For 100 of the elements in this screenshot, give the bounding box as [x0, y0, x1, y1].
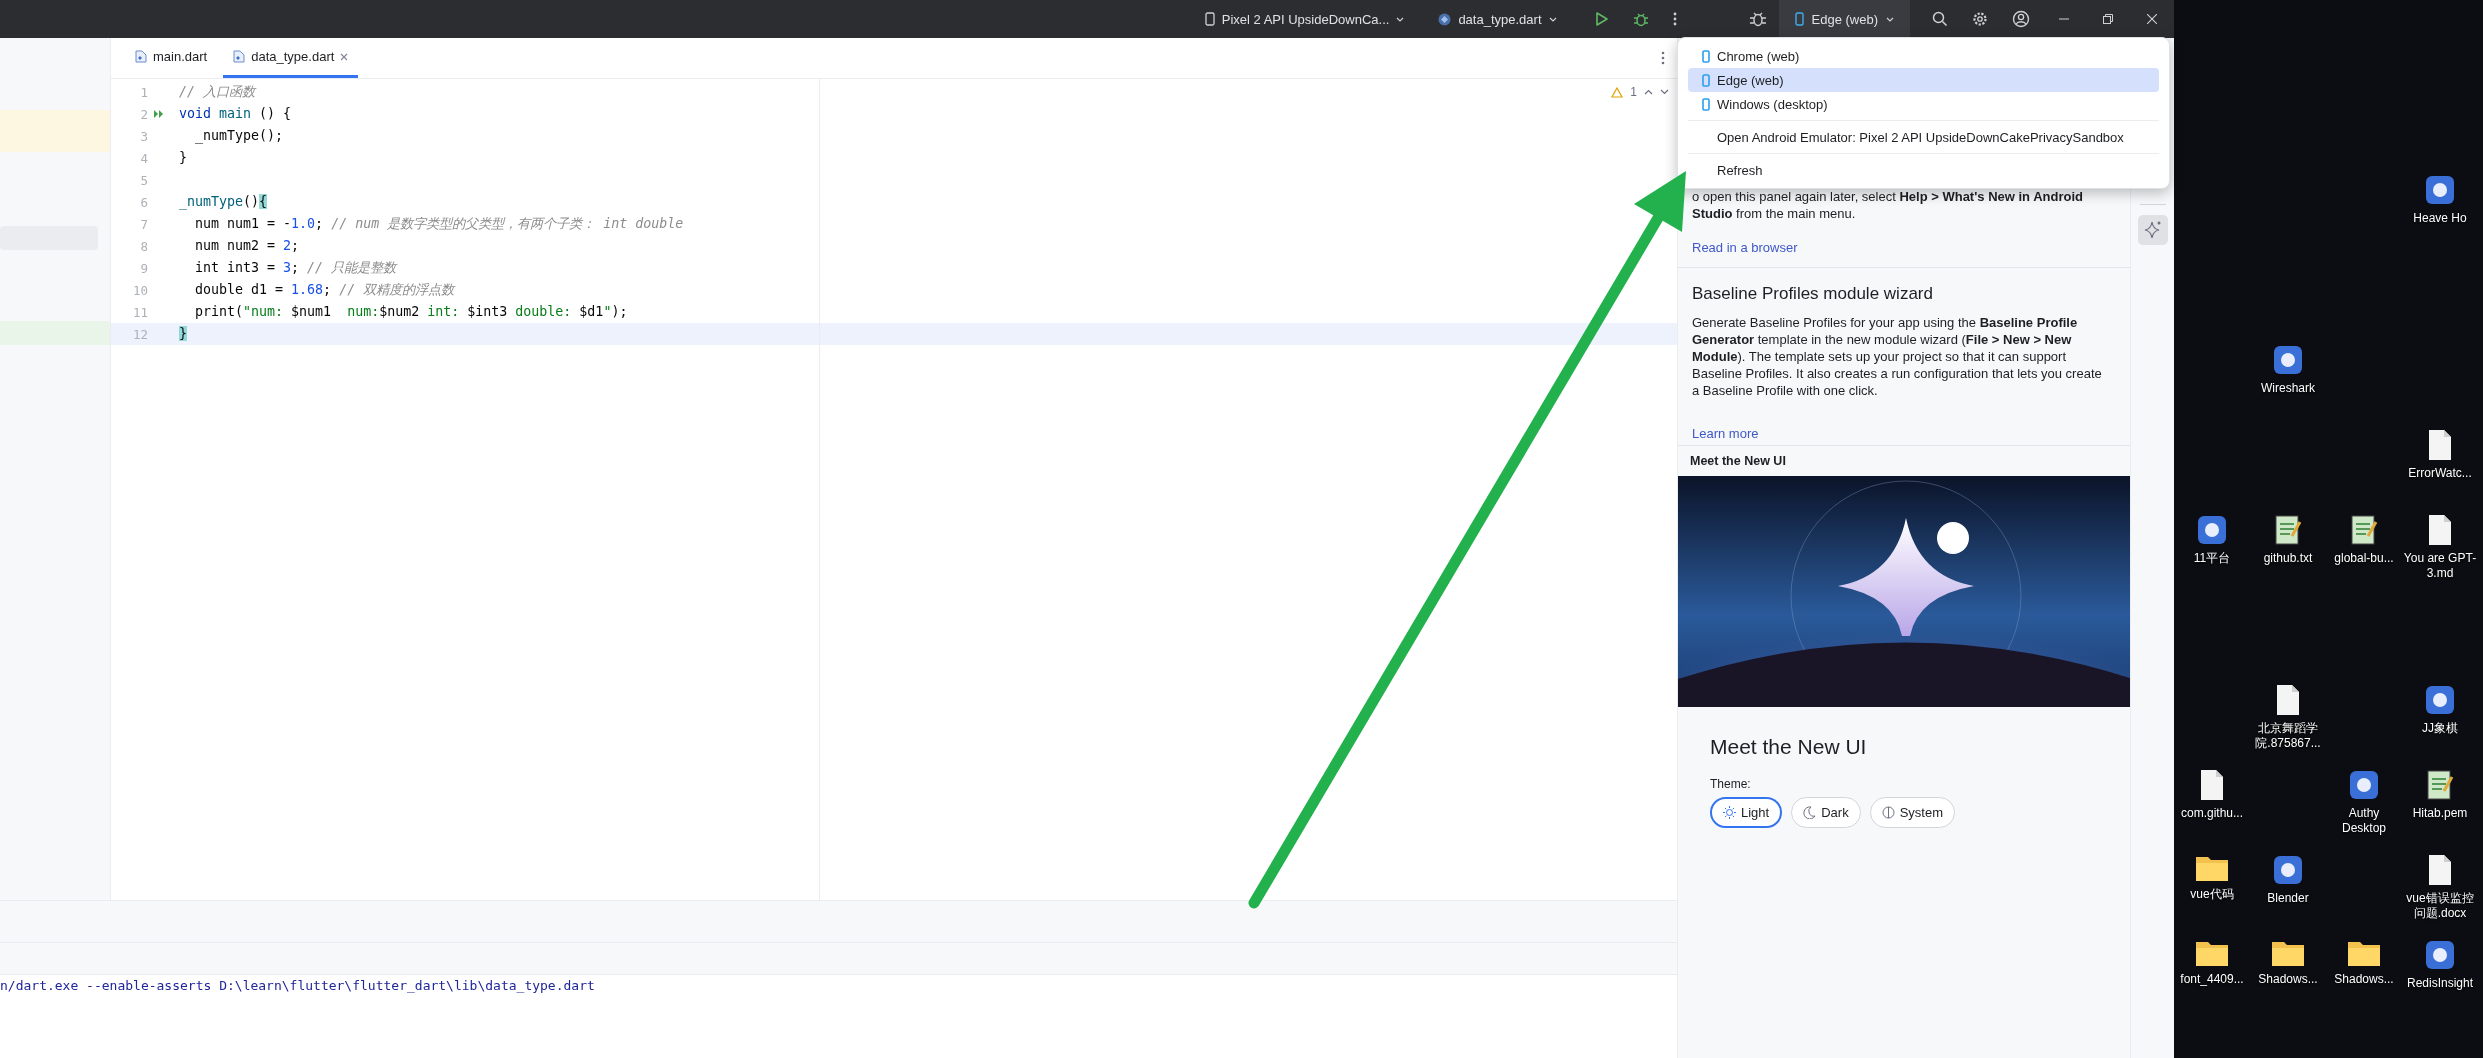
- moon-icon: [1803, 806, 1817, 819]
- line-number: 12: [131, 326, 148, 342]
- section-text: Generate Baseline Profiles for your app using the Baseline Profile Generator template in the new module wizard (File > New > New Module). The template sets up your project so that it can support Baseline Profiles. It also creates a run configuration that lets you create a Baseline Profile with one click.: [1692, 314, 2103, 399]
- folder-icon[interactable]: [2271, 939, 2305, 967]
- app-icon[interactable]: [2424, 174, 2456, 206]
- theme-button[interactable]: Light: [1710, 797, 1783, 828]
- desktop-icon-label: font_4409...: [2179, 972, 2245, 987]
- code-line: void main () {: [178, 105, 292, 123]
- theme-button[interactable]: Dark: [1791, 797, 1861, 828]
- menu-item[interactable]: Refresh: [1688, 158, 2159, 182]
- sparkle-icon[interactable]: [2137, 215, 2168, 245]
- theme-button[interactable]: System: [1869, 797, 1955, 828]
- settings-icon[interactable]: [1972, 11, 1988, 27]
- caret-icon: [1548, 16, 1557, 22]
- desktop-icon-label: 北京舞蹈学院.875867...: [2254, 721, 2322, 751]
- desktop-icon-label: JJ象棋: [2421, 721, 2459, 736]
- app-icon[interactable]: [2424, 684, 2456, 716]
- code-line: // 入口函数: [178, 83, 256, 101]
- desktop-icon-label: Blender: [2266, 891, 2310, 906]
- warning-count[interactable]: 1: [1630, 85, 1637, 99]
- more-icon[interactable]: [1672, 11, 1677, 27]
- code-line: }: [178, 149, 187, 167]
- desktop-icon-label: Wireshark: [2260, 381, 2316, 396]
- line-number: 1: [139, 84, 148, 100]
- desktop-icon-label: global-bu...: [2333, 551, 2395, 566]
- text-file-icon[interactable]: [2274, 514, 2302, 546]
- file-icon[interactable]: [2427, 429, 2453, 461]
- run-icon[interactable]: [1594, 11, 1609, 27]
- desktop-icon-label: You are GPT-3.md: [2402, 551, 2478, 581]
- dart-file-icon: [135, 50, 147, 63]
- desktop-icon-label: github.txt: [2262, 551, 2314, 566]
- file-icon[interactable]: [2275, 684, 2301, 716]
- menu-item[interactable]: Windows (desktop): [1688, 92, 2159, 116]
- app-icon[interactable]: [2348, 769, 2380, 801]
- dart-icon: [1438, 12, 1452, 26]
- code-line: _numType(){: [178, 193, 268, 212]
- line-number: 3: [139, 128, 148, 144]
- file-icon[interactable]: [2427, 854, 2453, 886]
- menu-item[interactable]: Open Android Emulator: Pixel 2 API UpsideDownCakePrivacySandbox: [1688, 125, 2159, 149]
- phone-icon: [1702, 49, 1710, 63]
- restore-icon[interactable]: [2103, 14, 2113, 24]
- desktop-icon-label: 11平台: [2192, 551, 2232, 566]
- code-line: _numType();: [194, 127, 284, 146]
- code-line: num num2 = 2;: [194, 237, 300, 255]
- line-number: 4: [139, 150, 148, 166]
- desktop-icon-label: Authy Desktop: [2341, 806, 2387, 836]
- file-icon[interactable]: [2427, 514, 2453, 546]
- app-icon[interactable]: [2272, 854, 2304, 886]
- code-line: int int3 = 3; // 只能是整数: [194, 259, 397, 277]
- section-title: Baseline Profiles module wizard: [1692, 284, 1934, 304]
- desktop-icon-label: Shadows...: [2333, 972, 2395, 987]
- search-icon[interactable]: [1932, 11, 1948, 27]
- line-number: 8: [139, 238, 148, 254]
- desktop-icon-label: vue代码: [2189, 887, 2235, 902]
- app-icon[interactable]: [2272, 344, 2304, 376]
- text-file-icon[interactable]: [2350, 514, 2378, 546]
- phone-icon: [1702, 97, 1710, 111]
- line-number: 6: [139, 194, 148, 210]
- bug-icon[interactable]: [1748, 10, 1767, 28]
- folder-icon[interactable]: [2195, 854, 2229, 882]
- console-output: n/dart.exe --enable-asserts D:\learn\flutter\flutter_dart\lib\data_type.dart: [0, 978, 595, 993]
- close-icon[interactable]: [340, 52, 349, 61]
- desktop-icon-label: com.githu...: [2180, 806, 2244, 821]
- menu-item[interactable]: Edge (web): [1688, 68, 2159, 92]
- more-icon[interactable]: [1661, 51, 1665, 65]
- line-number: 10: [131, 282, 148, 298]
- half-circle-icon: [1881, 806, 1895, 819]
- debug-icon[interactable]: [1632, 11, 1649, 27]
- feature-title: Meet the New UI: [1710, 735, 1868, 759]
- device-config-dropdown[interactable]: Pixel 2 API UpsideDownCa...: [1196, 7, 1413, 31]
- run-gutter-icon[interactable]: [153, 109, 164, 119]
- account-icon[interactable]: [2012, 10, 2030, 28]
- intro-text: o open this panel again later, select Help > What's New in Android Studio from the main menu.: [1692, 188, 2084, 222]
- desktop-icon-label: Heave Ho: [2412, 211, 2468, 226]
- text-file-icon[interactable]: [2426, 769, 2454, 801]
- desktop-icon-label: ErrorWatc...: [2407, 466, 2473, 481]
- editor-tab[interactable]: data_type.dart: [223, 38, 359, 78]
- app-icon[interactable]: [2424, 939, 2456, 971]
- code-line: double d1 = 1.68; // 双精度的浮点数: [194, 281, 455, 299]
- line-number: 5: [139, 172, 148, 188]
- close-icon[interactable]: [2147, 14, 2157, 24]
- theme-label: Theme:: [1710, 777, 1752, 791]
- read-in-browser-link[interactable]: Read in a browser: [1692, 240, 2114, 255]
- phone-icon: [1702, 73, 1710, 87]
- phone-icon: [1204, 12, 1215, 26]
- run-config-dropdown[interactable]: data_type.dart: [1430, 7, 1565, 31]
- menu-item[interactable]: Chrome (web): [1688, 44, 2159, 68]
- phone-icon: [1794, 12, 1804, 26]
- feature-header: Meet the New UI: [1689, 453, 1787, 470]
- file-icon[interactable]: [2199, 769, 2225, 801]
- code-line: num num1 = -1.0; // num 是数字类型的父类型，有两个子类： int double: [194, 215, 684, 233]
- app-icon[interactable]: [2196, 514, 2228, 546]
- editor-tab[interactable]: main.dart: [125, 38, 218, 78]
- folder-icon[interactable]: [2195, 939, 2229, 967]
- desktop-icon-label: vue错误监控问题.docx: [2405, 891, 2475, 921]
- learn-more-link[interactable]: Learn more: [1692, 426, 2110, 441]
- device-selector[interactable]: Edge (web): [1778, 0, 1910, 38]
- caret-icon: [1396, 16, 1405, 22]
- line-number: 9: [139, 260, 148, 276]
- folder-icon[interactable]: [2347, 939, 2381, 967]
